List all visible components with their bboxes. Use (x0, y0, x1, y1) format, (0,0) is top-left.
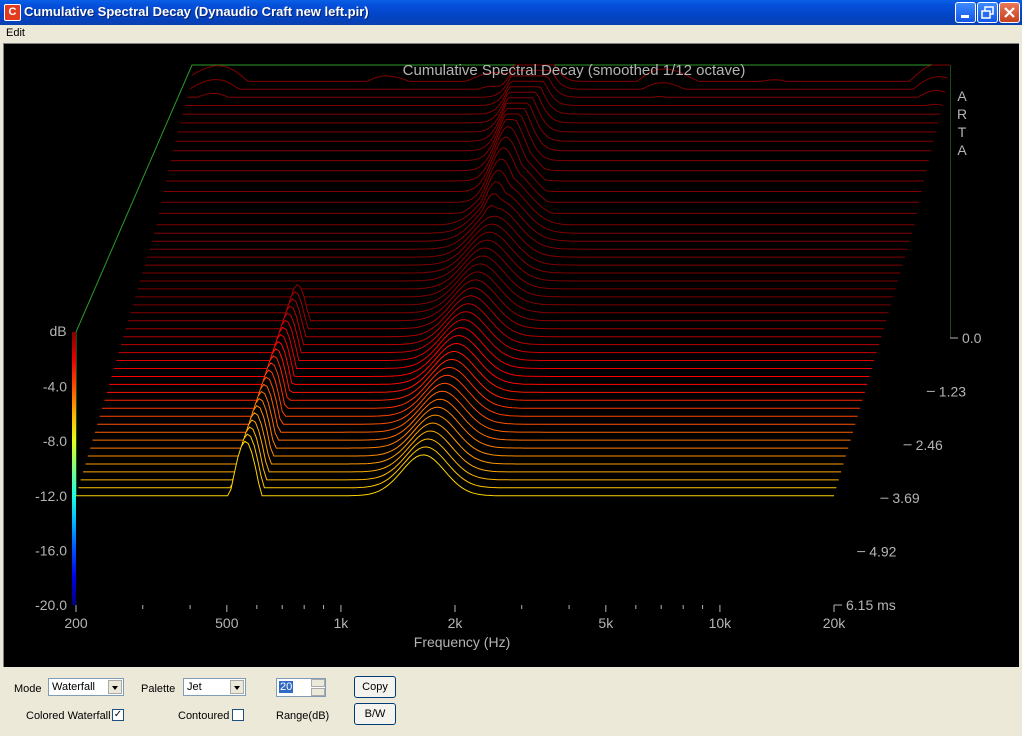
time-tick-label: 6.15 ms (846, 597, 896, 613)
minimize-button[interactable] (955, 2, 976, 23)
y-tick-label: -12.0 (35, 488, 67, 504)
mode-value: Waterfall (52, 681, 95, 693)
mode-select[interactable]: Waterfall (48, 678, 124, 696)
range-spinner[interactable]: 20 (276, 678, 326, 697)
spin-down-icon[interactable] (311, 688, 325, 696)
y-axis-label: dB (49, 323, 66, 339)
chevron-down-icon[interactable] (230, 680, 244, 694)
x-tick-label: 500 (215, 615, 239, 631)
minimize-icon (961, 15, 969, 18)
time-tick-label: 4.92 (869, 544, 896, 560)
palette-value: Jet (187, 681, 202, 693)
menu-bar: Edit (0, 25, 1022, 42)
x-tick-label: 20k (823, 615, 847, 631)
palette-select[interactable]: Jet (183, 678, 246, 696)
close-button[interactable] (999, 2, 1020, 23)
time-tick-label: 3.69 (892, 490, 919, 506)
x-axis-label: Frequency (Hz) (414, 634, 510, 650)
arta-letter: A (957, 142, 967, 158)
arta-letter: T (958, 124, 967, 140)
plot-area: Cumulative Spectral Decay (smoothed 1/12… (3, 43, 1019, 667)
copy-button[interactable]: Copy (354, 676, 396, 698)
x-tick-label: 5k (598, 615, 614, 631)
x-tick-label: 1k (334, 615, 350, 631)
close-icon (1004, 7, 1015, 18)
time-tick-label: 2.46 (916, 437, 943, 453)
chart-title: Cumulative Spectral Decay (smoothed 1/12… (403, 62, 746, 79)
time-tick-label: 0.0 (962, 330, 982, 346)
x-tick-label: 200 (64, 615, 88, 631)
window-title: Cumulative Spectral Decay (Dynaudio Craf… (24, 4, 369, 19)
restore-button[interactable] (977, 2, 998, 23)
menu-edit[interactable]: Edit (6, 27, 25, 39)
time-tick-label: 1.23 (939, 383, 966, 399)
colored-waterfall-label: Colored Waterfall (26, 710, 111, 722)
range-label: Range(dB) (276, 710, 330, 722)
colorbar (72, 332, 76, 605)
y-tick-label: -20.0 (35, 597, 67, 613)
title-bar: C Cumulative Spectral Decay (Dynaudio Cr… (0, 0, 1022, 25)
y-tick-label: -4.0 (43, 379, 67, 395)
csd-waterfall-chart: Cumulative Spectral Decay (smoothed 1/12… (35, 62, 982, 650)
restore-icon (981, 6, 994, 19)
x-tick-label: 2k (448, 615, 464, 631)
app-icon[interactable]: C (4, 4, 21, 21)
x-tick-label: 10k (709, 615, 733, 631)
arta-letter: R (957, 106, 967, 122)
range-value[interactable]: 20 (279, 681, 294, 693)
contoured-checkbox[interactable] (232, 709, 244, 721)
bw-button[interactable]: B/W (354, 703, 396, 725)
colored-waterfall-checkbox[interactable]: ✓ (112, 709, 124, 721)
spin-up-icon[interactable] (311, 679, 325, 687)
mode-label: Mode (14, 683, 42, 695)
y-tick-label: -16.0 (35, 542, 67, 558)
palette-label: Palette (141, 683, 176, 695)
y-tick-label: -8.0 (43, 433, 67, 449)
arta-letter: A (957, 88, 967, 104)
chevron-down-icon[interactable] (108, 680, 122, 694)
contoured-label: Contoured (178, 710, 230, 722)
